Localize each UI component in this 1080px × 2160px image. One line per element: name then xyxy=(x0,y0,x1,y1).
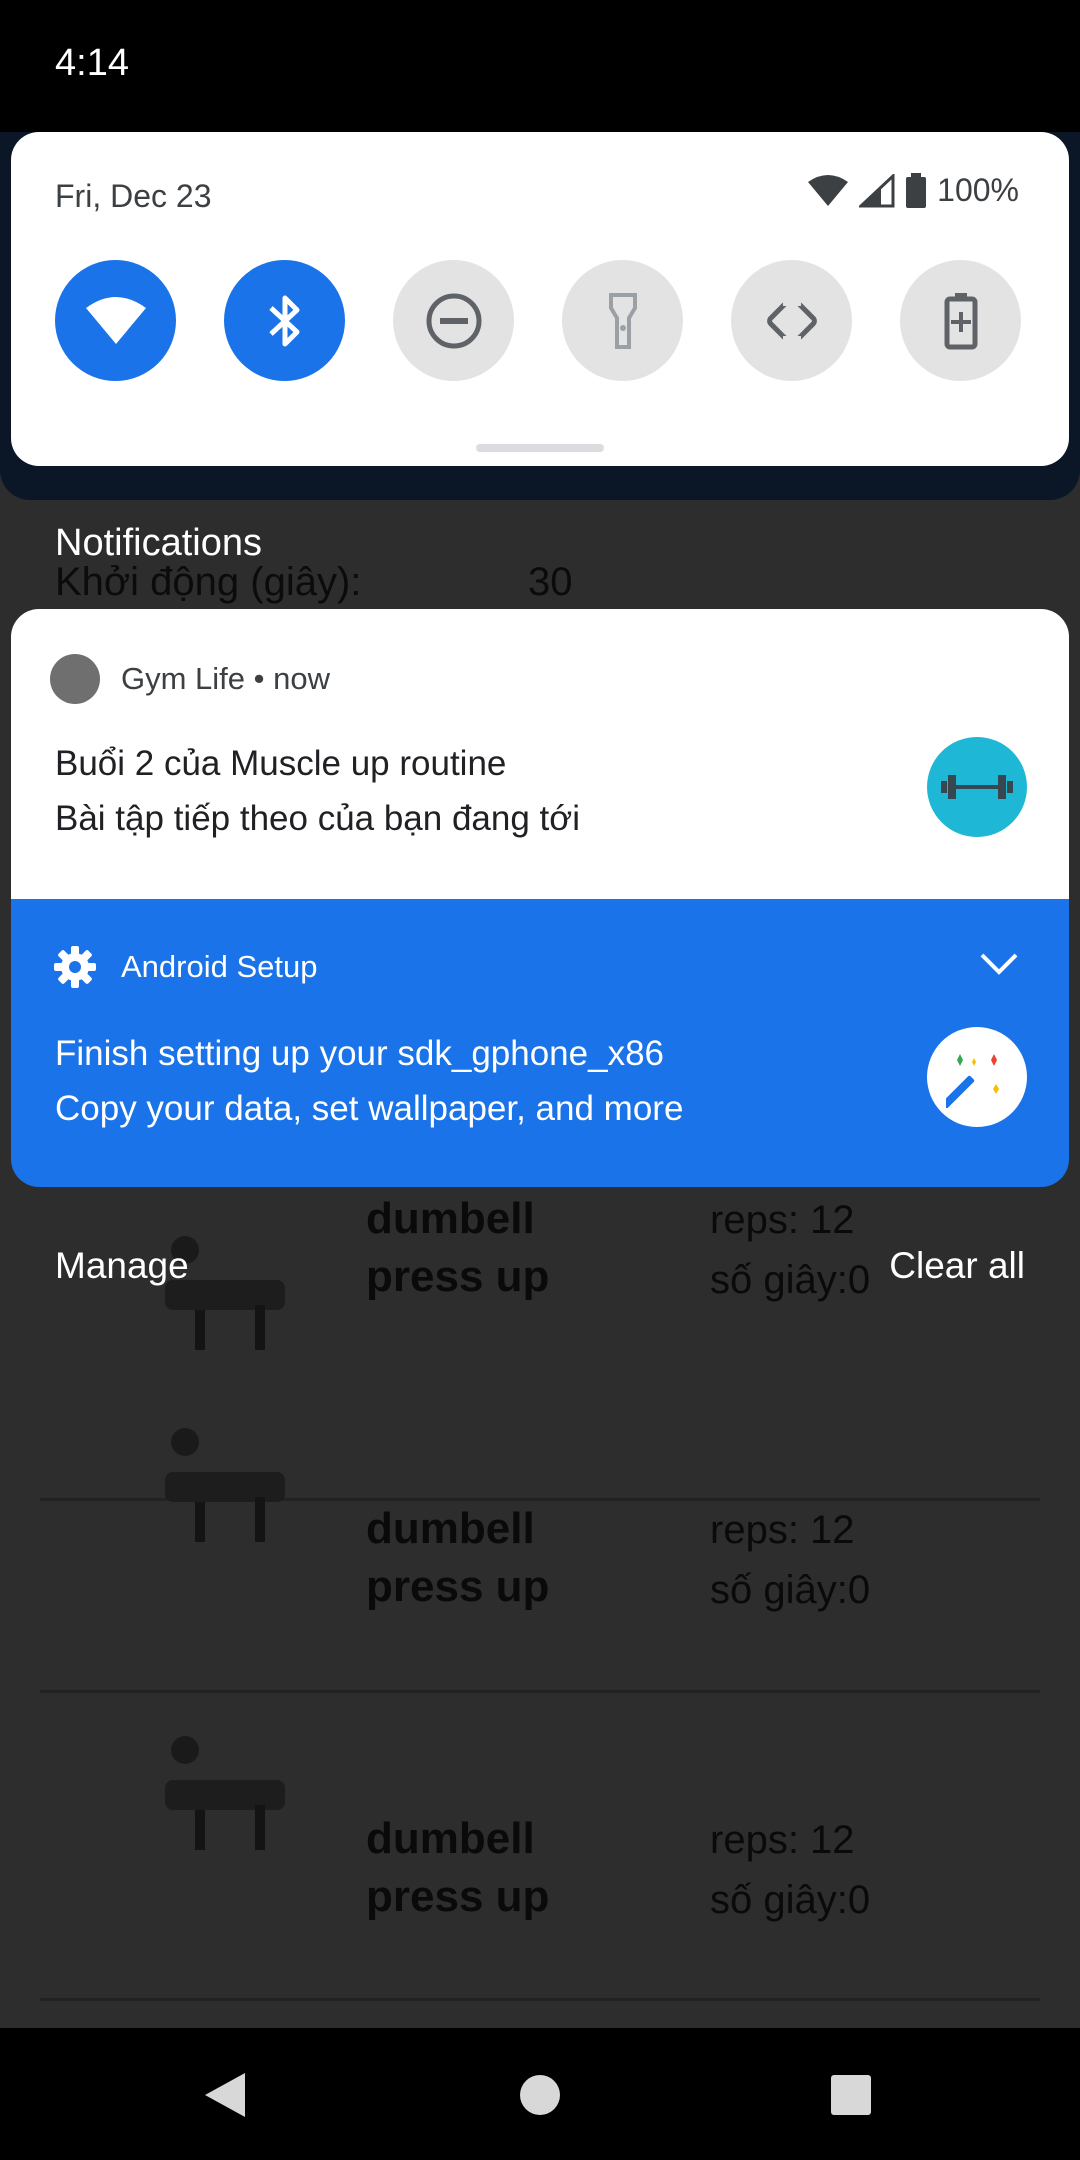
notification-header-line: Android Setup xyxy=(121,949,318,984)
notification-title: Buổi 2 của Muscle up routine xyxy=(55,744,507,783)
exercise-image xyxy=(165,1236,285,1350)
recents-icon xyxy=(831,2075,871,2115)
gear-icon xyxy=(54,946,96,988)
warmup-value: 30 xyxy=(528,560,573,604)
battery-saver-icon xyxy=(944,292,977,349)
exercise-image xyxy=(165,1736,285,1850)
status-bar: 4:14 xyxy=(0,0,1080,132)
recents-button[interactable] xyxy=(816,2060,886,2130)
manage-button[interactable]: Manage xyxy=(55,1245,189,1287)
clear-all-button[interactable]: Clear all xyxy=(889,1245,1025,1287)
battery-icon xyxy=(906,172,927,208)
cell-signal-icon xyxy=(859,173,895,207)
exercise-name: dumbell press up xyxy=(366,1194,550,1301)
notification-android-setup[interactable]: Android Setup Finish setting up your sdk… xyxy=(11,899,1069,1187)
flashlight-icon xyxy=(608,292,637,349)
bluetooth-icon xyxy=(268,295,299,346)
exercise-reps: reps: 12 số giây:0 xyxy=(710,1198,871,1302)
qs-drag-handle[interactable] xyxy=(476,444,604,452)
exercise-name: dumbell press up xyxy=(366,1504,550,1611)
qs-status-icons: 100% xyxy=(807,172,1019,209)
status-time: 4:14 xyxy=(55,42,129,84)
notification-header-line: Gym Life • now xyxy=(121,661,330,696)
notifications-header: Notifications xyxy=(55,522,262,564)
home-icon xyxy=(520,2075,560,2115)
tile-bluetooth[interactable] xyxy=(224,260,345,381)
exercise-row[interactable]: dumbell press up reps: 12 số giây:0 xyxy=(40,1690,1040,2001)
tile-flashlight[interactable] xyxy=(562,260,683,381)
back-icon xyxy=(205,2073,245,2117)
notification-title: Finish setting up your sdk_gphone_x86 xyxy=(55,1034,665,1073)
warmup-label: Khởi động (giây): xyxy=(55,560,362,604)
notification-text: Bài tập tiếp theo của bạn đang tới xyxy=(55,799,580,838)
qs-date[interactable]: Fri, Dec 23 xyxy=(55,178,211,215)
app-icon xyxy=(50,654,100,704)
navigation-bar xyxy=(0,2028,1080,2160)
magic-wand-icon xyxy=(927,1027,1027,1127)
notification-gym-life[interactable]: Gym Life • now Buổi 2 của Muscle up rout… xyxy=(11,609,1069,899)
exercise-name: dumbell press up xyxy=(366,1814,550,1921)
dumbbell-icon xyxy=(927,737,1027,837)
exercise-reps: reps: 12 số giây:0 xyxy=(710,1818,871,1922)
home-button[interactable] xyxy=(505,2060,575,2130)
notification-text: Copy your data, set wallpaper, and more xyxy=(55,1089,684,1128)
tile-wifi[interactable] xyxy=(55,260,176,381)
tile-battery-saver[interactable] xyxy=(900,260,1021,381)
exercise-image xyxy=(165,1428,285,1542)
wifi-signal-icon xyxy=(808,174,849,206)
battery-percent: 100% xyxy=(937,172,1019,208)
tile-auto-rotate[interactable] xyxy=(731,260,852,381)
exercise-reps: reps: 12 số giây:0 xyxy=(710,1508,871,1612)
tile-do-not-disturb[interactable] xyxy=(393,260,514,381)
quick-settings-panel: Fri, Dec 23 100% xyxy=(11,132,1069,466)
wifi-icon xyxy=(85,296,146,344)
exercise-row[interactable]: dumbell press up reps: 12 số giây:0 xyxy=(40,1382,1040,1693)
chevron-down-icon[interactable] xyxy=(979,951,1019,977)
back-button[interactable] xyxy=(190,2060,260,2130)
do-not-disturb-icon xyxy=(426,293,481,348)
auto-rotate-icon xyxy=(766,291,817,350)
